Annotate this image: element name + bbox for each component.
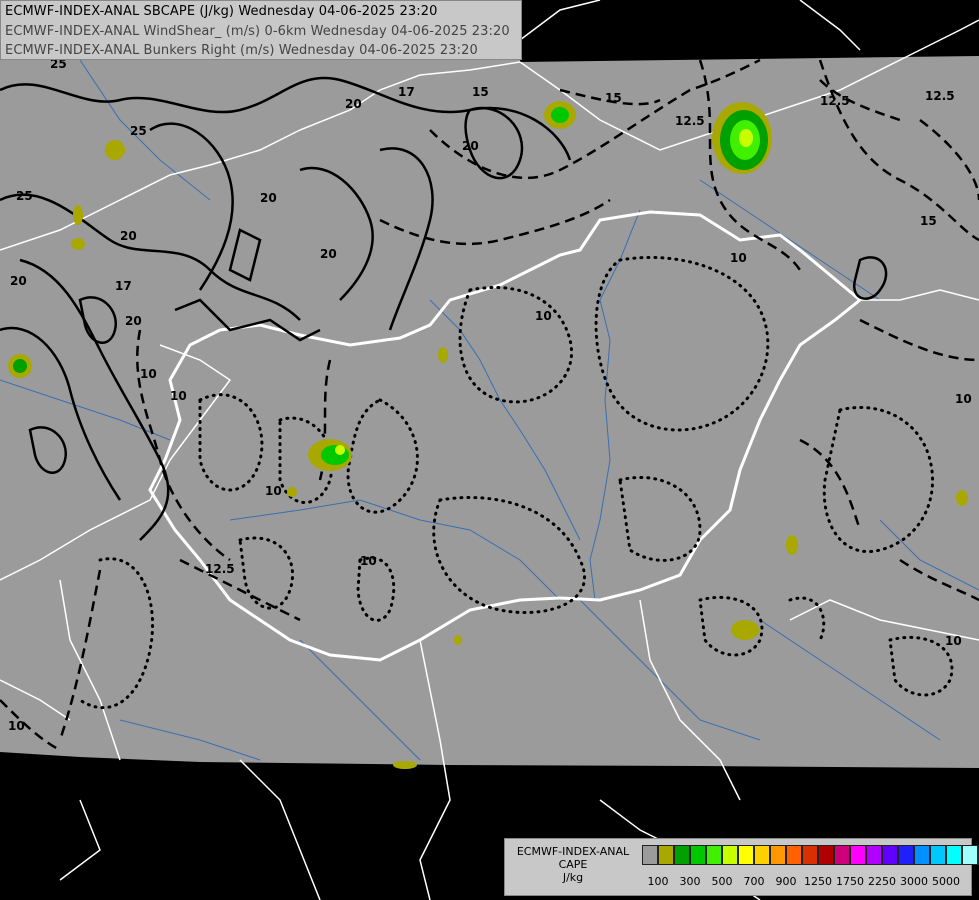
contour-label: 17	[115, 279, 132, 293]
contour-label: 12.5	[675, 114, 705, 128]
legend-tick-label: 3000	[900, 875, 928, 888]
legend-title-line2: CAPE	[558, 858, 588, 871]
legend-swatch	[658, 845, 674, 865]
contour-label: 25	[16, 189, 33, 203]
legend-swatch	[754, 845, 770, 865]
legend-swatch	[834, 845, 850, 865]
contour-label: 17	[398, 85, 415, 99]
contour-label: 20	[10, 274, 27, 288]
contour-label: 10	[265, 484, 282, 498]
legend-tick-label: 300	[679, 875, 701, 888]
legend-title-line1: ECMWF-INDEX-ANAL	[516, 845, 630, 858]
contour-label: 25	[130, 124, 147, 138]
title-sbcape: ECMWF-INDEX-ANAL SBCAPE (J/kg) Wednesday…	[5, 4, 438, 19]
contour-label: 20	[125, 314, 142, 328]
contour-label: 10	[535, 309, 552, 323]
legend-swatch	[690, 845, 706, 865]
legend-swatch	[642, 845, 658, 865]
title-bunkers: ECMWF-INDEX-ANAL Bunkers Right (m/s) Wed…	[5, 43, 478, 58]
contour-label: 20	[120, 229, 137, 243]
contour-label: 10	[955, 392, 972, 406]
legend-tick-label: 5000	[932, 875, 960, 888]
legend-tick-label: 500	[711, 875, 733, 888]
contour-label: 15	[920, 214, 937, 228]
legend-swatch	[738, 845, 754, 865]
contour-label: 12.5	[205, 562, 235, 576]
contour-label: 10	[730, 251, 747, 265]
legend-ticks: 100 300 500 700 900 1250 1750 2250 3000 5000	[639, 875, 969, 889]
legend-swatches	[642, 845, 979, 867]
legend-swatch	[946, 845, 962, 865]
contour-label: 12.5	[925, 89, 955, 103]
contour-label: 10	[140, 367, 157, 381]
model-domain	[0, 0, 979, 768]
legend-swatch	[818, 845, 834, 865]
legend-swatch	[930, 845, 946, 865]
title-box: ECMWF-INDEX-ANAL SBCAPE (J/kg) Wednesday…	[0, 0, 522, 60]
legend-swatch	[866, 845, 882, 865]
contour-label: 15	[605, 91, 622, 105]
legend-tick-label: 900	[775, 875, 797, 888]
contour-label: 20	[320, 247, 337, 261]
legend-tick-label: 1750	[836, 875, 864, 888]
legend-swatch	[914, 845, 930, 865]
weather-map: 25 20 17 15 12.5 12.5 12.5 15 20 25 20 2…	[0, 0, 979, 900]
legend-title: ECMWF-INDEX-ANAL CAPE J/kg	[507, 845, 639, 884]
contour-label: 20	[345, 97, 362, 111]
legend-swatch	[962, 845, 978, 865]
legend-tick-label: 700	[743, 875, 765, 888]
legend-swatch	[722, 845, 738, 865]
legend-swatch	[674, 845, 690, 865]
legend-unit: J/kg	[562, 871, 584, 884]
legend-tick-label: 1250	[804, 875, 832, 888]
cape-legend: ECMWF-INDEX-ANAL CAPE J/kg 100 300 500 700 9…	[504, 838, 979, 896]
legend-tick-label: 2250	[868, 875, 896, 888]
legend-tick-label: 100	[647, 875, 669, 888]
legend-swatch	[882, 845, 898, 865]
legend-swatch	[706, 845, 722, 865]
legend-swatch	[786, 845, 802, 865]
contour-label: 10	[8, 719, 25, 733]
legend-swatch	[850, 845, 866, 865]
contour-label: 12.5	[820, 94, 850, 108]
legend-swatch	[770, 845, 786, 865]
contour-label: 10	[945, 634, 962, 648]
contour-label: 20	[260, 191, 277, 205]
legend-swatch	[898, 845, 914, 865]
legend-swatch	[802, 845, 818, 865]
contour-label: 20	[462, 139, 479, 153]
contour-label: 10	[170, 389, 187, 403]
title-windshear: ECMWF-INDEX-ANAL WindShear_ (m/s) 0-6km …	[5, 24, 510, 39]
contour-label: 10	[360, 554, 377, 568]
contour-label: 15	[472, 85, 489, 99]
